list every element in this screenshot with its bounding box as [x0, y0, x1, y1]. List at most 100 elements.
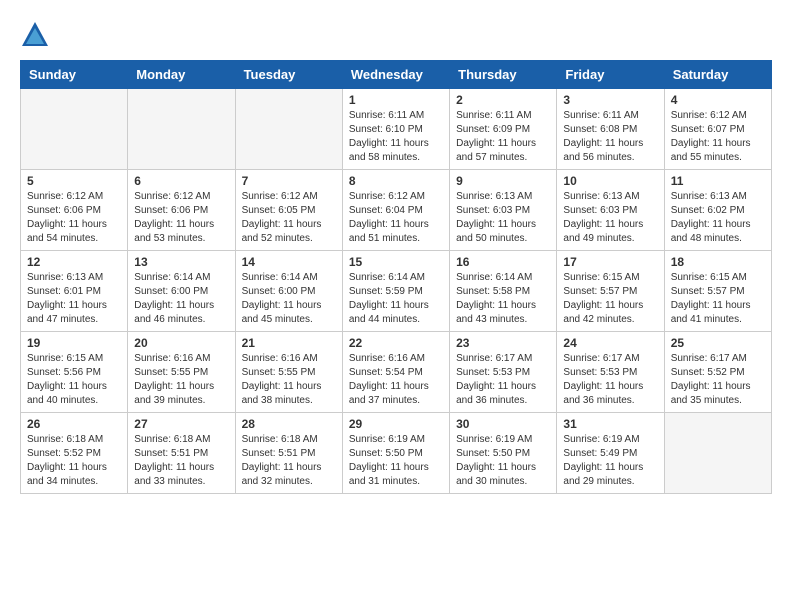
- calendar-cell: 2 Sunrise: 6:11 AM Sunset: 6:09 PM Daylig…: [450, 89, 557, 170]
- day-info: Sunrise: 6:17 AM Sunset: 5:52 PM Dayligh…: [671, 352, 765, 408]
- calendar-cell: 15 Sunrise: 6:14 AM Sunset: 5:59 PM Dayli…: [342, 251, 449, 332]
- day-number: 22: [349, 336, 443, 350]
- day-info: Sunrise: 6:19 AM Sunset: 5:50 PM Dayligh…: [349, 433, 443, 489]
- weekday-header-saturday: Saturday: [664, 61, 771, 89]
- calendar-cell: 5 Sunrise: 6:12 AM Sunset: 6:06 PM Daylig…: [21, 170, 128, 251]
- calendar-week-2: 12 Sunrise: 6:13 AM Sunset: 6:01 PM Dayli…: [21, 251, 772, 332]
- calendar-cell: 12 Sunrise: 6:13 AM Sunset: 6:01 PM Dayli…: [21, 251, 128, 332]
- weekday-row: SundayMondayTuesdayWednesdayThursdayFrid…: [21, 61, 772, 89]
- calendar-table: SundayMondayTuesdayWednesdayThursdayFrid…: [20, 60, 772, 494]
- day-info: Sunrise: 6:17 AM Sunset: 5:53 PM Dayligh…: [456, 352, 550, 408]
- day-number: 5: [27, 174, 121, 188]
- calendar-cell: 3 Sunrise: 6:11 AM Sunset: 6:08 PM Daylig…: [557, 89, 664, 170]
- day-number: 10: [563, 174, 657, 188]
- day-info: Sunrise: 6:19 AM Sunset: 5:50 PM Dayligh…: [456, 433, 550, 489]
- day-number: 11: [671, 174, 765, 188]
- logo: [20, 20, 54, 50]
- day-info: Sunrise: 6:14 AM Sunset: 5:58 PM Dayligh…: [456, 271, 550, 327]
- day-info: Sunrise: 6:15 AM Sunset: 5:57 PM Dayligh…: [563, 271, 657, 327]
- calendar-cell: 29 Sunrise: 6:19 AM Sunset: 5:50 PM Dayli…: [342, 413, 449, 494]
- calendar-week-3: 19 Sunrise: 6:15 AM Sunset: 5:56 PM Dayli…: [21, 332, 772, 413]
- calendar-cell: 22 Sunrise: 6:16 AM Sunset: 5:54 PM Dayli…: [342, 332, 449, 413]
- weekday-header-monday: Monday: [128, 61, 235, 89]
- calendar-cell: 8Sunrise: 6:12 AM Sunset: 6:04 PM Daylig…: [342, 170, 449, 251]
- day-info: Sunrise: 6:13 AM Sunset: 6:01 PM Dayligh…: [27, 271, 121, 327]
- calendar-cell: 25 Sunrise: 6:17 AM Sunset: 5:52 PM Dayli…: [664, 332, 771, 413]
- day-number: 19: [27, 336, 121, 350]
- day-info: Sunrise: 6:13 AM Sunset: 6:02 PM Dayligh…: [671, 190, 765, 246]
- day-number: 31: [563, 417, 657, 431]
- day-info: Sunrise: 6:14 AM Sunset: 5:59 PM Dayligh…: [349, 271, 443, 327]
- day-number: 20: [134, 336, 228, 350]
- day-info: Sunrise: 6:13 AM Sunset: 6:03 PM Dayligh…: [563, 190, 657, 246]
- day-info: Sunrise: 6:16 AM Sunset: 5:55 PM Dayligh…: [134, 352, 228, 408]
- calendar-week-0: 1 Sunrise: 6:11 AM Sunset: 6:10 PM Daylig…: [21, 89, 772, 170]
- day-number: 8: [349, 174, 443, 188]
- weekday-header-thursday: Thursday: [450, 61, 557, 89]
- weekday-header-sunday: Sunday: [21, 61, 128, 89]
- calendar-cell: 31 Sunrise: 6:19 AM Sunset: 5:49 PM Dayli…: [557, 413, 664, 494]
- day-number: 29: [349, 417, 443, 431]
- calendar-cell: 17 Sunrise: 6:15 AM Sunset: 5:57 PM Dayli…: [557, 251, 664, 332]
- day-number: 15: [349, 255, 443, 269]
- calendar-cell: 21Sunrise: 6:16 AM Sunset: 5:55 PM Dayli…: [235, 332, 342, 413]
- day-number: 12: [27, 255, 121, 269]
- calendar-cell: 24 Sunrise: 6:17 AM Sunset: 5:53 PM Dayli…: [557, 332, 664, 413]
- day-number: 16: [456, 255, 550, 269]
- day-number: 23: [456, 336, 550, 350]
- calendar-cell: 30 Sunrise: 6:19 AM Sunset: 5:50 PM Dayli…: [450, 413, 557, 494]
- day-info: Sunrise: 6:19 AM Sunset: 5:49 PM Dayligh…: [563, 433, 657, 489]
- day-number: 17: [563, 255, 657, 269]
- calendar-cell: 4Sunrise: 6:12 AM Sunset: 6:07 PM Daylig…: [664, 89, 771, 170]
- day-number: 21: [242, 336, 336, 350]
- calendar-cell: [235, 89, 342, 170]
- day-info: Sunrise: 6:11 AM Sunset: 6:09 PM Dayligh…: [456, 109, 550, 165]
- calendar-cell: 14Sunrise: 6:14 AM Sunset: 6:00 PM Dayli…: [235, 251, 342, 332]
- day-info: Sunrise: 6:15 AM Sunset: 5:56 PM Dayligh…: [27, 352, 121, 408]
- calendar-cell: 7 Sunrise: 6:12 AM Sunset: 6:05 PM Daylig…: [235, 170, 342, 251]
- calendar-week-4: 26Sunrise: 6:18 AM Sunset: 5:52 PM Dayli…: [21, 413, 772, 494]
- day-info: Sunrise: 6:18 AM Sunset: 5:52 PM Dayligh…: [27, 433, 121, 489]
- day-info: Sunrise: 6:13 AM Sunset: 6:03 PM Dayligh…: [456, 190, 550, 246]
- day-info: Sunrise: 6:14 AM Sunset: 6:00 PM Dayligh…: [242, 271, 336, 327]
- day-number: 24: [563, 336, 657, 350]
- day-number: 18: [671, 255, 765, 269]
- day-info: Sunrise: 6:15 AM Sunset: 5:57 PM Dayligh…: [671, 271, 765, 327]
- day-number: 13: [134, 255, 228, 269]
- calendar-cell: 1 Sunrise: 6:11 AM Sunset: 6:10 PM Daylig…: [342, 89, 449, 170]
- day-info: Sunrise: 6:12 AM Sunset: 6:05 PM Dayligh…: [242, 190, 336, 246]
- day-info: Sunrise: 6:16 AM Sunset: 5:54 PM Dayligh…: [349, 352, 443, 408]
- day-number: 3: [563, 93, 657, 107]
- calendar-header: SundayMondayTuesdayWednesdayThursdayFrid…: [21, 61, 772, 89]
- day-info: Sunrise: 6:18 AM Sunset: 5:51 PM Dayligh…: [242, 433, 336, 489]
- calendar-cell: 9Sunrise: 6:13 AM Sunset: 6:03 PM Daylig…: [450, 170, 557, 251]
- day-number: 4: [671, 93, 765, 107]
- calendar-cell: 6Sunrise: 6:12 AM Sunset: 6:06 PM Daylig…: [128, 170, 235, 251]
- day-info: Sunrise: 6:12 AM Sunset: 6:06 PM Dayligh…: [27, 190, 121, 246]
- calendar-cell: 11 Sunrise: 6:13 AM Sunset: 6:02 PM Dayli…: [664, 170, 771, 251]
- calendar-cell: 23 Sunrise: 6:17 AM Sunset: 5:53 PM Dayli…: [450, 332, 557, 413]
- calendar-cell: 19 Sunrise: 6:15 AM Sunset: 5:56 PM Dayli…: [21, 332, 128, 413]
- day-info: Sunrise: 6:11 AM Sunset: 6:10 PM Dayligh…: [349, 109, 443, 165]
- calendar-cell: [21, 89, 128, 170]
- day-info: Sunrise: 6:18 AM Sunset: 5:51 PM Dayligh…: [134, 433, 228, 489]
- calendar-cell: [664, 413, 771, 494]
- day-info: Sunrise: 6:12 AM Sunset: 6:06 PM Dayligh…: [134, 190, 228, 246]
- calendar-cell: 26Sunrise: 6:18 AM Sunset: 5:52 PM Dayli…: [21, 413, 128, 494]
- calendar-cell: 18 Sunrise: 6:15 AM Sunset: 5:57 PM Dayli…: [664, 251, 771, 332]
- calendar-week-1: 5 Sunrise: 6:12 AM Sunset: 6:06 PM Daylig…: [21, 170, 772, 251]
- day-number: 2: [456, 93, 550, 107]
- day-number: 7: [242, 174, 336, 188]
- weekday-header-friday: Friday: [557, 61, 664, 89]
- calendar-cell: 10 Sunrise: 6:13 AM Sunset: 6:03 PM Dayli…: [557, 170, 664, 251]
- day-info: Sunrise: 6:11 AM Sunset: 6:08 PM Dayligh…: [563, 109, 657, 165]
- day-number: 25: [671, 336, 765, 350]
- day-info: Sunrise: 6:17 AM Sunset: 5:53 PM Dayligh…: [563, 352, 657, 408]
- day-number: 1: [349, 93, 443, 107]
- day-number: 30: [456, 417, 550, 431]
- day-number: 27: [134, 417, 228, 431]
- calendar-cell: 28Sunrise: 6:18 AM Sunset: 5:51 PM Dayli…: [235, 413, 342, 494]
- calendar-cell: 27 Sunrise: 6:18 AM Sunset: 5:51 PM Dayli…: [128, 413, 235, 494]
- weekday-header-wednesday: Wednesday: [342, 61, 449, 89]
- calendar-cell: [128, 89, 235, 170]
